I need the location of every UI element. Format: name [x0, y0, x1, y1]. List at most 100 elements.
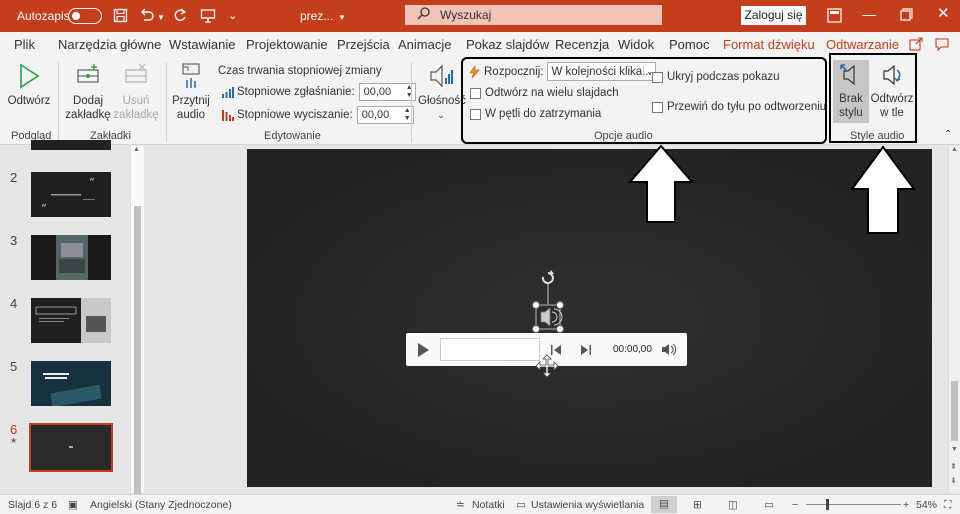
- share-icon[interactable]: [908, 36, 924, 52]
- remove-bookmark-button[interactable]: Usuń zakładkę: [112, 62, 160, 122]
- zoom-slider-thumb[interactable]: [826, 499, 829, 510]
- volume-dropdown-icon: ⌄: [437, 110, 445, 120]
- slide-thumbnail-1-partial[interactable]: [31, 140, 111, 150]
- autosave-label: Autozapis: [17, 9, 70, 23]
- notes-icon: ≐: [456, 499, 465, 511]
- tab-audio-format[interactable]: Format dźwięku: [723, 37, 815, 52]
- fade-in-input[interactable]: 00,00 ▲ ▼: [358, 83, 416, 101]
- tab-slideshow[interactable]: Pokaz slajdów: [466, 37, 549, 52]
- tab-review[interactable]: Recenzja: [555, 37, 609, 52]
- undo-icon[interactable]: [139, 8, 154, 23]
- spellcheck-icon[interactable]: ▣: [68, 499, 78, 511]
- play-button[interactable]: Odtwórz: [6, 62, 52, 108]
- add-bookmark-button[interactable]: Dodaj zakładkę: [64, 62, 112, 122]
- player-forward-icon[interactable]: [580, 344, 592, 356]
- display-settings-icon: ▭: [516, 499, 526, 511]
- normal-view-icon[interactable]: ▤: [651, 496, 677, 513]
- slide-thumbnail-5[interactable]: [31, 361, 111, 408]
- next-slide-icon[interactable]: ⇟: [950, 476, 957, 485]
- collapse-ribbon-icon[interactable]: ⌃: [944, 129, 952, 140]
- editor-scrollbar[interactable]: ▲ ▼ ⇞ ⇟: [948, 146, 960, 492]
- search-box[interactable]: Wyszukaj: [405, 5, 662, 25]
- save-icon[interactable]: [113, 8, 128, 23]
- comments-icon[interactable]: [934, 36, 950, 52]
- add-bookmark-icon: [77, 64, 99, 83]
- scroll-up-icon[interactable]: ▲: [133, 146, 140, 153]
- slide-thumbnail-2[interactable]: ““: [31, 172, 111, 217]
- tab-playback[interactable]: Odtwarzanie: [826, 37, 899, 59]
- file-name: prez...: [300, 9, 334, 23]
- slide-info: Slajd 6 z 6: [8, 499, 58, 511]
- zoom-level[interactable]: 54%: [916, 499, 937, 511]
- previous-slide-icon[interactable]: ⇞: [950, 462, 957, 471]
- add-bookmark-label-2: zakładkę: [65, 109, 111, 121]
- minimize-icon[interactable]: —: [862, 6, 876, 22]
- player-progress-bar[interactable]: [440, 338, 540, 361]
- tab-animations[interactable]: Animacje: [398, 37, 451, 52]
- editor-scroll-down-icon[interactable]: ▼: [951, 446, 958, 453]
- search-icon: [417, 7, 430, 23]
- editor-scroll-up-icon[interactable]: ▲: [951, 146, 958, 153]
- tab-insert[interactable]: Wstawianie: [169, 37, 235, 52]
- fade-out-icon: [222, 109, 234, 121]
- notes-button[interactable]: Notatki: [472, 499, 505, 511]
- redo-icon[interactable]: [173, 8, 188, 23]
- move-handle-icon[interactable]: [534, 353, 560, 379]
- close-icon[interactable]: ✕: [937, 6, 950, 22]
- player-volume-icon[interactable]: [661, 343, 677, 356]
- presentation-icon[interactable]: [200, 8, 216, 24]
- player-play-icon[interactable]: [416, 342, 430, 358]
- display-settings-button[interactable]: Ustawienia wyświetlania: [531, 499, 644, 511]
- zoom-out-icon[interactable]: −: [792, 499, 798, 511]
- volume-label: Głośność: [418, 95, 466, 107]
- tab-transitions[interactable]: Przejścia: [337, 37, 390, 52]
- login-button[interactable]: Zaloguj się: [741, 6, 806, 25]
- ribbon-display-icon[interactable]: [827, 8, 842, 23]
- tab-design[interactable]: Projektowanie: [246, 37, 328, 52]
- ribbon-tabs: Plik Narzędzia główne Wstawianie Projekt…: [0, 32, 960, 59]
- slideshow-view-icon[interactable]: ▭: [764, 499, 774, 511]
- remove-bookmark-label-2: zakładkę: [113, 109, 159, 121]
- undo-dropdown-icon[interactable]: ▼: [157, 10, 165, 26]
- slide-thumbnail-6-selected[interactable]: [29, 423, 113, 472]
- tab-help[interactable]: Pomoc: [669, 37, 709, 52]
- volume-button[interactable]: Głośność ⌄: [418, 62, 466, 122]
- play-label: Odtwórz: [7, 95, 51, 107]
- filename-dropdown-icon[interactable]: ▼: [338, 10, 346, 26]
- tab-view[interactable]: Widok: [618, 37, 654, 52]
- tab-file[interactable]: Plik: [14, 37, 35, 52]
- slide-sorter-icon[interactable]: ⊞: [693, 499, 702, 511]
- trim-audio-button[interactable]: Przytnij audio: [170, 62, 212, 122]
- trim-audio-label-2: audio: [176, 109, 206, 121]
- fade-out-row: Stopniowe wyciszanie: 00,00 ▲ ▼: [221, 106, 414, 124]
- status-bar: Slajd 6 z 6 ▣ Angielski (Stany Zjednoczo…: [0, 494, 960, 514]
- trim-audio-icon: [182, 63, 200, 88]
- fade-in-icon: [222, 86, 234, 98]
- restore-icon[interactable]: [900, 8, 913, 21]
- zoom-slider[interactable]: [806, 504, 901, 505]
- tab-home[interactable]: Narzędzia główne: [58, 37, 161, 52]
- remove-bookmark-label-1: Usuń: [122, 95, 150, 107]
- audio-options-highlight: [461, 57, 827, 144]
- slide-thumbnails-panel: 2 ““ 3 4 5 6 ★: [0, 140, 130, 492]
- autosave-toggle[interactable]: [68, 8, 102, 24]
- slide-thumbnail-3[interactable]: [31, 235, 111, 280]
- scrollbar-thumb[interactable]: [134, 206, 141, 496]
- customize-toolbar-icon[interactable]: ⌄: [228, 8, 237, 24]
- slide-6-animation-icon: ★: [10, 436, 18, 445]
- search-placeholder: Wyszukaj: [440, 8, 492, 22]
- language[interactable]: Angielski (Stany Zjednoczone): [90, 499, 232, 511]
- slide-thumbnail-4[interactable]: [31, 298, 111, 343]
- slide-number-4: 4: [10, 296, 18, 311]
- thumbnails-scrollbar[interactable]: ▲: [130, 146, 144, 496]
- fade-duration-title: Czas trwania stopniowej zmiany: [218, 65, 382, 77]
- trim-audio-label-1: Przytnij: [172, 95, 210, 107]
- slide-number-6: 6: [10, 422, 18, 437]
- editor-scrollbar-thumb[interactable]: [951, 381, 958, 441]
- fade-out-input[interactable]: 00,00 ▲ ▼: [356, 106, 414, 124]
- title-bar: Autozapis ▼ ⌄ prez... ▼ Wyszukaj Zaloguj…: [0, 0, 960, 32]
- zoom-in-icon[interactable]: +: [903, 499, 909, 511]
- arrow-to-audio-styles: [850, 145, 916, 234]
- reading-view-icon[interactable]: ◫: [728, 499, 738, 511]
- fit-to-window-icon[interactable]: ⛶: [944, 499, 951, 512]
